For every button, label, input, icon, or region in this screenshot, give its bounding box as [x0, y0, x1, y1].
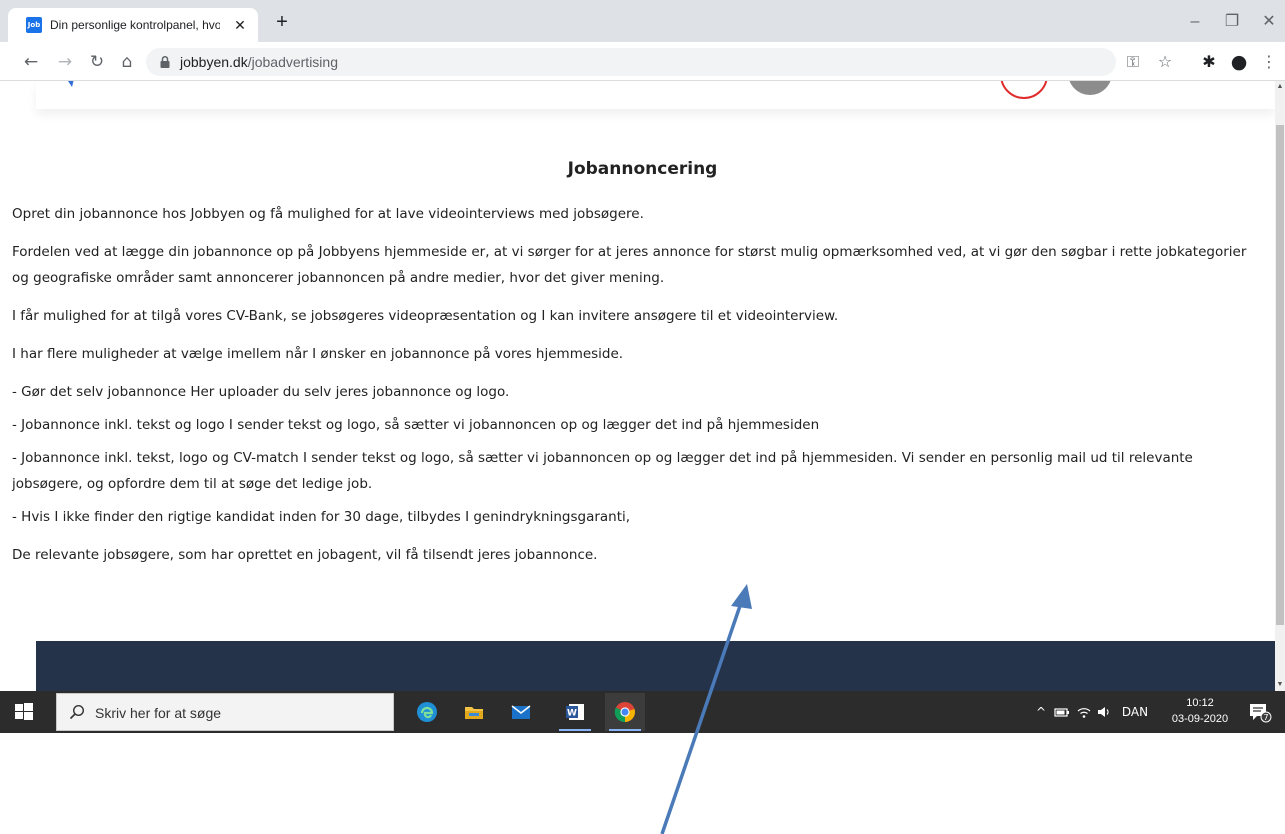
close-window-button[interactable]: ✕ — [1257, 10, 1281, 34]
clock-date: 03-09-2020 — [1171, 713, 1229, 725]
extensions-icon[interactable]: ✱ — [1198, 51, 1220, 73]
scrollbar-thumb[interactable] — [1276, 125, 1284, 625]
intro-paragraph: Opret din jobannonce hos Jobbyen og få m… — [12, 206, 644, 222]
wifi-icon[interactable] — [1076, 703, 1092, 721]
home-button[interactable]: ⌂ — [116, 51, 138, 73]
option-item: - Jobannonce inkl. tekst og logo I sende… — [12, 417, 820, 433]
maximize-button[interactable]: ❐ — [1220, 10, 1244, 34]
back-button[interactable]: ← — [20, 51, 42, 73]
page-title: Jobannoncering — [567, 159, 718, 179]
reload-button[interactable]: ↻ — [86, 51, 108, 73]
folder-icon — [465, 707, 483, 719]
taskbar-clock[interactable]: 10:12 03-09-2020 — [1168, 695, 1232, 727]
browser-tab[interactable]: Job Din personlige kontrolpanel, hvo ✕ — [8, 8, 258, 42]
browser-chrome: Job Din personlige kontrolpanel, hvo ✕ +… — [0, 0, 1285, 81]
url-path: /jobadvertising — [247, 54, 338, 70]
site-logo-fragment-icon[interactable] — [36, 81, 76, 93]
search-icon — [69, 704, 85, 720]
jobbyen-favicon-icon: Job — [26, 17, 42, 33]
taskbar-search-box[interactable]: Skriv her for at søge — [56, 693, 394, 731]
bookmark-star-icon[interactable]: ☆ — [1154, 51, 1176, 73]
language-indicator[interactable]: DAN — [1118, 703, 1152, 721]
tab-title: Din personlige kontrolpanel, hvo — [50, 18, 220, 32]
page-content: Opret din jobannonce hos Jobbyen og få m… — [12, 201, 1267, 580]
edge-icon — [417, 702, 437, 722]
chrome-icon — [614, 702, 635, 723]
address-bar[interactable]: jobbyen.dk/jobadvertising — [146, 48, 1116, 76]
taskbar-edge[interactable] — [407, 693, 447, 731]
search-placeholder: Skriv her for at søge — [95, 705, 222, 721]
profile-icon[interactable]: ● — [1228, 51, 1250, 73]
svg-text:W: W — [567, 709, 577, 719]
volume-icon[interactable] — [1096, 703, 1112, 721]
clock-time: 10:12 — [1186, 697, 1214, 709]
browser-toolbar: ← → ↻ ⌂ jobbyen.dk/jobadvertising ⚿ ☆ ✱ … — [0, 42, 1285, 81]
closing-paragraph: De relevante jobsøgere, som har oprettet… — [12, 547, 598, 563]
option-item: - Hvis I ikke finder den rigtige kandida… — [12, 509, 631, 525]
page-viewport: Jobannoncering Opret din jobannonce hos … — [0, 81, 1275, 691]
url-text: jobbyen.dk/jobadvertising — [180, 54, 338, 70]
page-scrollbar[interactable]: ▲ ▼ — [1275, 81, 1285, 691]
windows-start-icon[interactable] — [14, 702, 34, 722]
notification-center-icon[interactable]: 7 — [1248, 701, 1272, 723]
taskbar-word[interactable]: W — [555, 693, 595, 731]
windows-taskbar: Skriv her for at søge W ^ DAN 10:12 03-0… — [0, 691, 1285, 733]
minimize-button[interactable]: – — [1183, 10, 1207, 34]
word-icon: W — [566, 704, 584, 720]
options-intro-paragraph: I har flere muligheder at vælge imellem … — [12, 346, 624, 362]
new-tab-button[interactable]: + — [272, 12, 292, 32]
option-item: - Gør det selv jobannonce Her uploader d… — [12, 384, 510, 400]
mail-icon — [511, 705, 531, 719]
key-icon[interactable]: ⚿ — [1122, 51, 1144, 73]
url-host: jobbyen.dk — [180, 54, 248, 70]
cv-bank-paragraph: I får mulighed for at tilgå vores CV-Ban… — [12, 308, 839, 324]
site-footer — [36, 641, 1275, 691]
scroll-up-icon[interactable]: ▲ — [1275, 81, 1285, 93]
tray-overflow-icon[interactable]: ^ — [1034, 703, 1048, 721]
taskbar-file-explorer[interactable] — [454, 693, 494, 731]
battery-icon[interactable] — [1054, 703, 1070, 721]
tab-close-icon[interactable]: ✕ — [232, 17, 248, 33]
scroll-down-icon[interactable]: ▼ — [1275, 679, 1285, 691]
benefits-paragraph: Fordelen ved at lægge din jobannonce op … — [12, 244, 1247, 286]
forward-button[interactable]: → — [54, 51, 76, 73]
notification-count: 7 — [1263, 713, 1268, 722]
option-item: - Jobannonce inkl. tekst, logo og CV-mat… — [12, 450, 1193, 492]
taskbar-chrome[interactable] — [605, 693, 645, 731]
taskbar-mail[interactable] — [501, 693, 541, 731]
browser-menu-icon[interactable]: ⋮ — [1258, 51, 1280, 73]
lock-icon — [160, 55, 170, 68]
